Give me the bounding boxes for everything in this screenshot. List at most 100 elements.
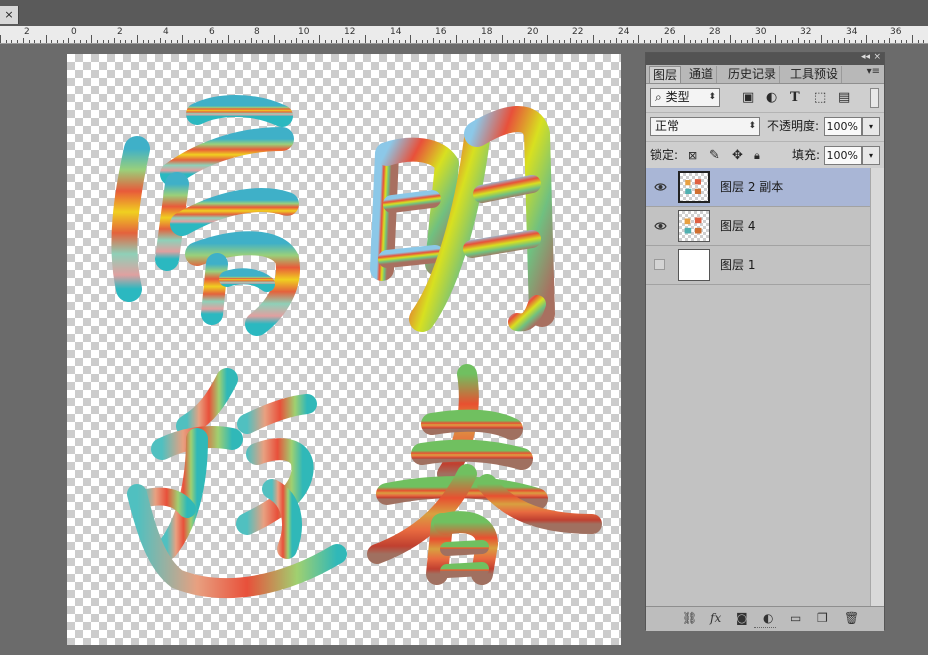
- filter-type-value: 类型: [665, 90, 690, 104]
- eye-icon[interactable]: [654, 220, 667, 232]
- ruler-tick: [866, 35, 867, 43]
- tab-channels[interactable]: 通道: [686, 66, 718, 83]
- fx-icon[interactable]: fx: [710, 610, 721, 626]
- tab-layers[interactable]: 图层: [649, 66, 682, 83]
- ruler-tick: [661, 38, 662, 43]
- layer-row[interactable]: 图层 1: [646, 246, 870, 285]
- link-icon[interactable]: ⛓︎: [682, 610, 697, 626]
- panel-menu-icon[interactable]: ▾≡: [867, 66, 880, 77]
- ruler-tick: [587, 40, 588, 43]
- ruler-tick: [906, 40, 907, 43]
- ruler-tick: [279, 40, 280, 43]
- opacity-dropdown-icon[interactable]: ▾: [862, 117, 880, 136]
- ruler-tick: [644, 40, 645, 43]
- ruler-tick: [427, 40, 428, 43]
- trash-icon[interactable]: 🗑︎: [844, 610, 859, 626]
- ruler-label: 24: [618, 27, 630, 37]
- ruler-tick: [747, 40, 748, 43]
- lock-all-icon[interactable]: 🔒︎: [754, 148, 760, 164]
- ruler-tick: [262, 40, 263, 43]
- ruler-label: 0: [71, 27, 77, 37]
- ruler-tick: [376, 40, 377, 43]
- mask-icon[interactable]: ◙: [736, 610, 748, 626]
- ruler-tick: [821, 35, 822, 43]
- adjustment-filter-icon[interactable]: ◐: [766, 90, 777, 106]
- ruler-tick: [199, 40, 200, 43]
- layers-panel: ◂◂ × 图层 通道 历史记录 工具预设 ▾≡ ⌕ 类型 ⬍ ▣ ◐ T ⬚ ▤…: [645, 52, 885, 631]
- ruler-tick: [673, 40, 674, 43]
- filter-type-select[interactable]: ⌕ 类型 ⬍: [650, 88, 720, 107]
- adjustment-icon[interactable]: ◐: [763, 610, 773, 626]
- layer-row[interactable]: 图层 4: [646, 207, 870, 246]
- ruler-tick: [524, 38, 525, 43]
- folder-icon[interactable]: ▭: [790, 610, 801, 626]
- close-document-icon[interactable]: ×: [0, 6, 19, 24]
- ruler-tick: [690, 40, 691, 43]
- shape-filter-icon[interactable]: ⬚: [814, 90, 826, 106]
- layer-name[interactable]: 图层 4: [720, 218, 755, 234]
- panel-title-bar[interactable]: ◂◂ ×: [646, 52, 884, 65]
- image-filter-icon[interactable]: ▣: [742, 90, 754, 106]
- eye-icon[interactable]: [654, 181, 667, 193]
- ruler-tick: [325, 40, 326, 43]
- collapse-panel-icon[interactable]: ◂◂: [861, 52, 870, 62]
- ruler-tick: [97, 40, 98, 43]
- lock-brush-icon[interactable]: ✎: [709, 148, 720, 164]
- layer-row[interactable]: 图层 2 副本: [646, 168, 870, 207]
- filter-toggle-switch[interactable]: [870, 88, 879, 108]
- ruler-tick: [467, 40, 468, 43]
- ruler-tick: [536, 40, 537, 43]
- ruler-label: 8: [254, 27, 260, 37]
- ruler-tick: [815, 40, 816, 43]
- close-panel-icon[interactable]: ×: [873, 52, 881, 62]
- ruler-tick: [68, 38, 69, 43]
- ruler-tick: [473, 40, 474, 43]
- ruler-tick: [462, 40, 463, 43]
- type-filter-icon[interactable]: T: [790, 90, 800, 106]
- new-layer-icon[interactable]: ❐: [817, 610, 828, 626]
- ruler-tick: [502, 35, 503, 43]
- fill-dropdown-icon[interactable]: ▾: [862, 146, 880, 165]
- ruler-tick: [29, 40, 30, 43]
- smart-object-filter-icon[interactable]: ▤: [838, 90, 850, 106]
- ruler-tick: [91, 35, 92, 43]
- layers-scrollbar[interactable]: [870, 168, 884, 606]
- opacity-input[interactable]: 100%: [824, 117, 862, 136]
- ruler-label: 32: [800, 27, 812, 37]
- ruler-tick: [296, 38, 297, 43]
- ruler-tick: [513, 40, 514, 43]
- fill-input[interactable]: 100%: [824, 146, 862, 165]
- ruler-tick: [359, 40, 360, 43]
- ruler-tick: [918, 40, 919, 43]
- layer-name[interactable]: 图层 2 副本: [720, 179, 783, 195]
- lock-transparent-icon[interactable]: ⊠: [688, 148, 697, 164]
- tab-tool-presets[interactable]: 工具预设: [787, 66, 843, 83]
- layer-thumbnail: [678, 171, 710, 203]
- blend-mode-select[interactable]: 正常 ⬍: [650, 117, 760, 136]
- ruler-tick: [638, 35, 639, 43]
- ruler-tick: [217, 40, 218, 43]
- ruler-tick: [274, 35, 275, 43]
- ruler-tick: [205, 38, 206, 43]
- ruler-label: 12: [344, 27, 356, 37]
- ruler-tick: [764, 40, 765, 43]
- calligraphy-thumbnail-icon: [685, 179, 701, 194]
- ruler-tick: [713, 40, 714, 43]
- ruler-tick: [724, 40, 725, 43]
- ruler-tick: [399, 40, 400, 43]
- ruler-tick: [650, 40, 651, 43]
- resize-grip[interactable]: [754, 627, 776, 631]
- ruler-label: 18: [481, 27, 493, 37]
- horizontal-ruler[interactable]: 2 0 2 4 6 8 10 12 14 16 18 20 22 24 26 2…: [0, 26, 928, 44]
- ruler-tick: [353, 40, 354, 43]
- lock-position-icon[interactable]: ✥: [732, 148, 743, 164]
- layer-name[interactable]: 图层 1: [720, 257, 755, 273]
- visibility-toggle[interactable]: [654, 259, 665, 270]
- ruler-tick: [832, 40, 833, 43]
- ruler-tick: [912, 35, 913, 43]
- ruler-tick: [410, 35, 411, 43]
- ruler-tick: [895, 40, 896, 43]
- ruler-tick: [855, 40, 856, 43]
- document-canvas[interactable]: [67, 54, 621, 645]
- tab-history[interactable]: 历史记录: [725, 66, 781, 83]
